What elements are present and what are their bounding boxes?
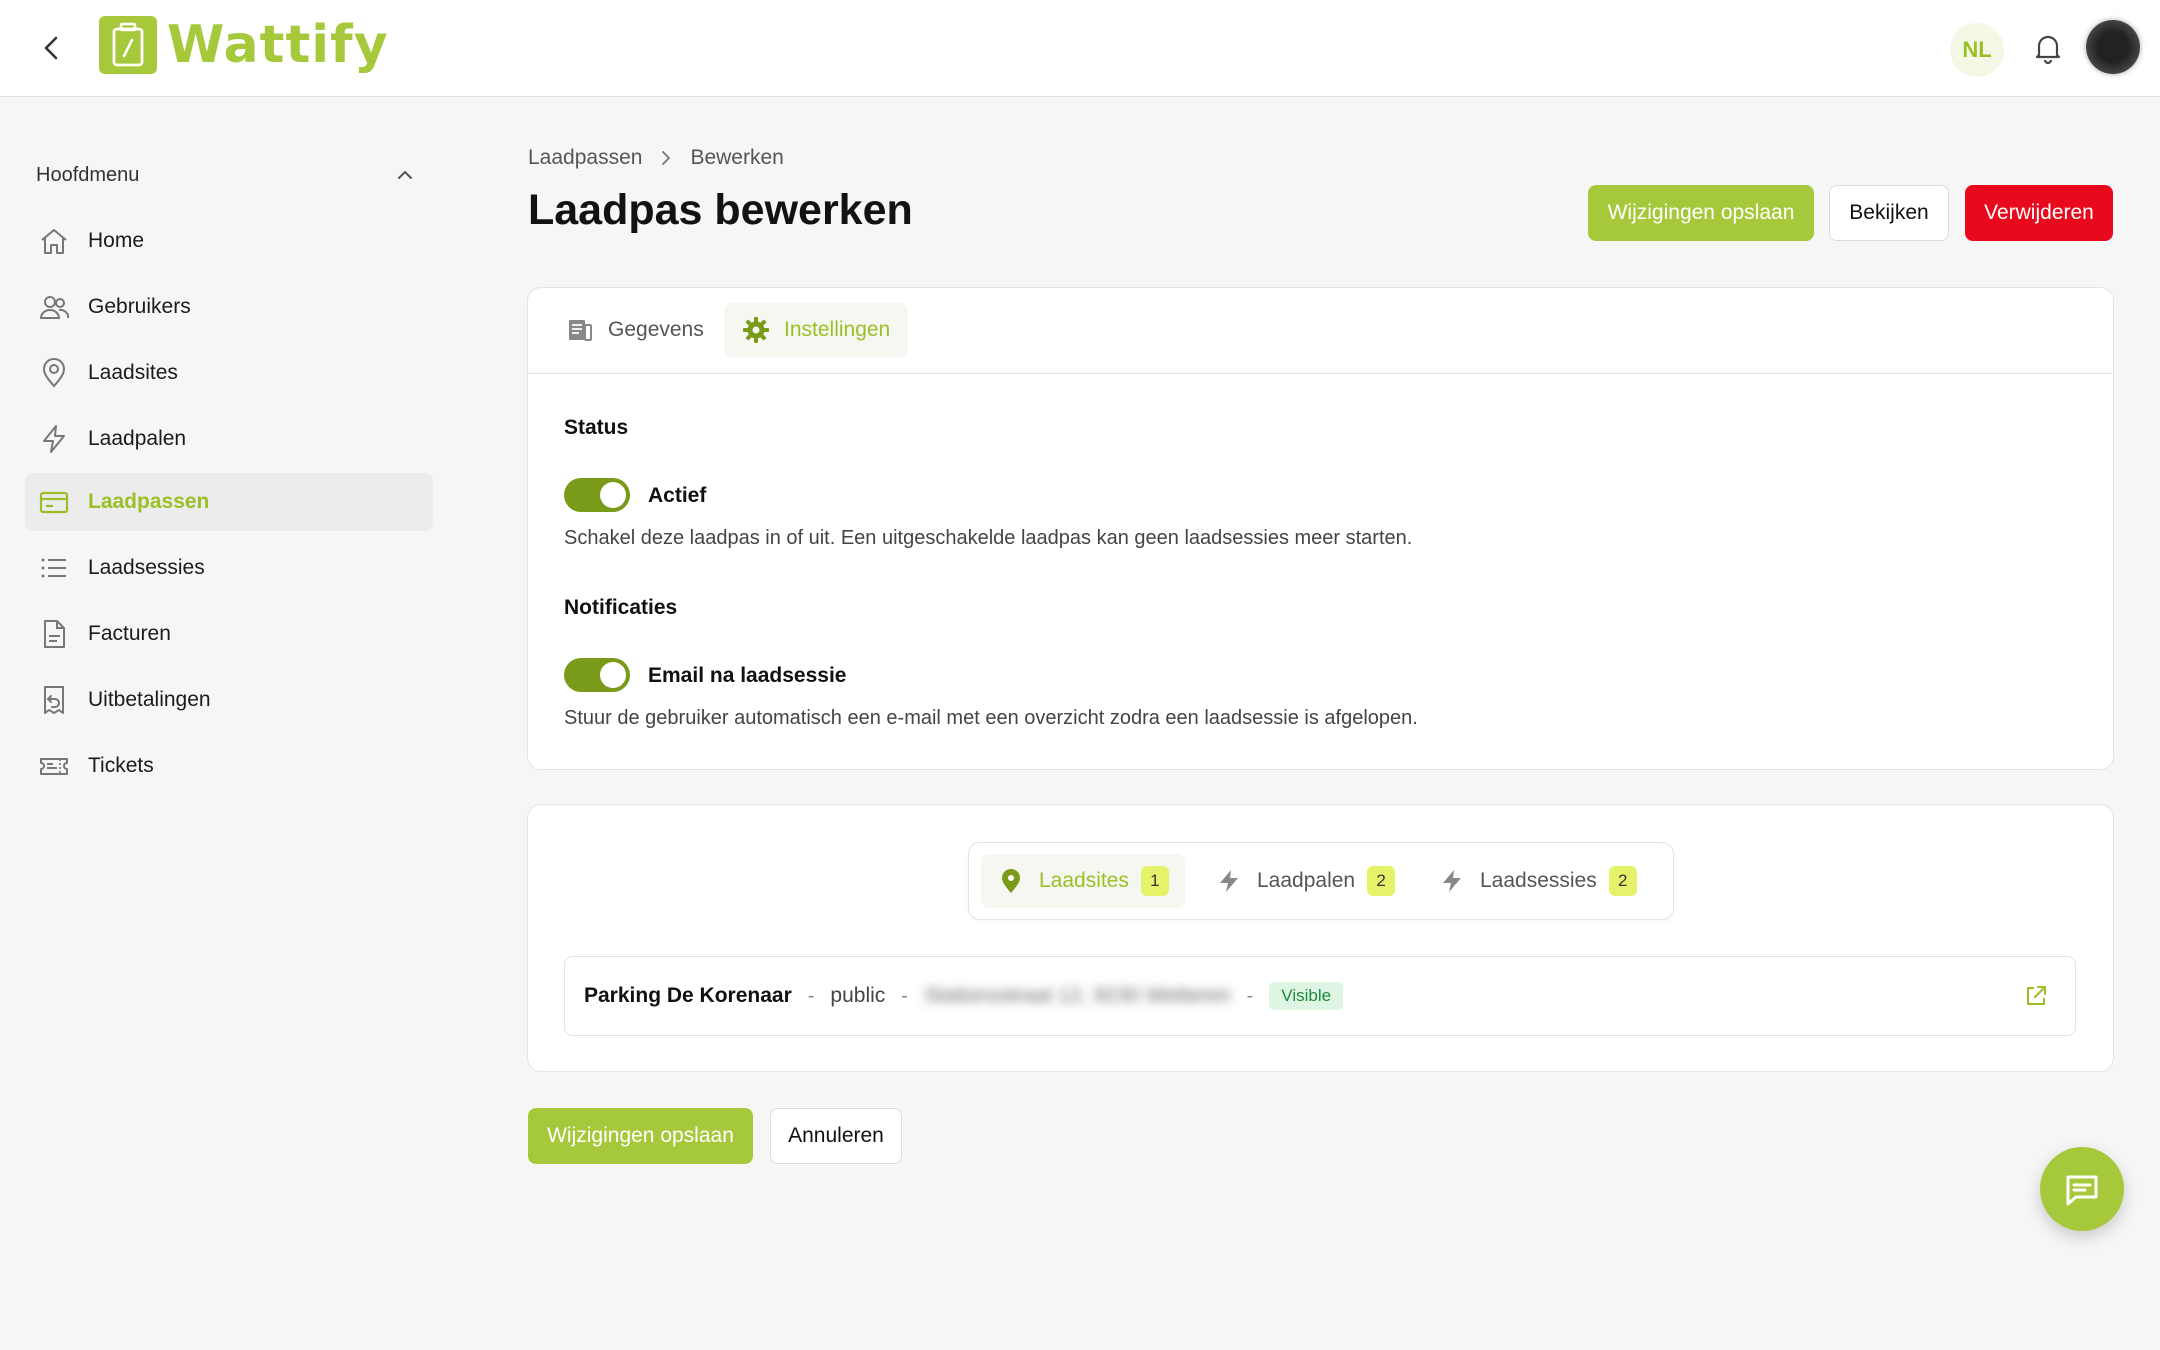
sidebar-item-facturen[interactable]: Facturen [25,605,433,663]
count-badge: 2 [1367,866,1396,896]
main-menu-header[interactable]: Hoofdmenu [36,160,416,190]
sidebar-item-laadsites[interactable]: Laadsites [25,344,433,402]
related-items-card: Laadsites 1 Laadpalen 2 Laadsessies 2 Pa… [527,804,2114,1072]
sidebar-item-label: Laadpalen [88,427,187,450]
tab-label: Laadpalen [1257,869,1356,892]
tab-bar: Gegevens Instellingen [528,288,2113,374]
breadcrumb-parent-link[interactable]: Laadpassen [528,146,642,170]
sidebar-item-label: Laadpassen [88,490,210,513]
gear-icon [742,316,770,344]
sidebar-item-label: Facturen [88,622,171,645]
page-title: Laadpas bewerken [528,186,913,234]
sidebar-item-label: Laadsessies [88,556,205,579]
sidebar-item-uitbetalingen[interactable]: Uitbetalingen [25,671,433,729]
separator: - [901,984,908,1007]
sidebar: Hoofdmenu Home Gebruikers Laadsites Laad… [0,98,460,1350]
tab-related-laadpalen[interactable]: Laadpalen 2 [1199,854,1411,908]
ticket-icon [37,749,71,783]
site-type: public [830,984,886,1007]
active-toggle-label: Actief [648,484,707,507]
receipt-icon [37,683,71,717]
save-changes-button[interactable]: Wijzigingen opslaan [1588,185,1814,241]
notifications-section-title: Notificaties [564,596,678,619]
card-icon [37,485,71,519]
notifications-help-text: Stuur de gebruiker automatisch een e-mai… [564,707,1418,729]
sidebar-item-laadpalen[interactable]: Laadpalen [25,410,433,468]
notifications-button[interactable] [2030,30,2066,66]
newspaper-icon [566,316,594,344]
status-badge: Visible [1269,982,1344,1010]
sidebar-item-users[interactable]: Gebruikers [25,278,433,336]
bolt-icon [1215,867,1243,895]
sidebar-item-label: Home [88,229,145,252]
separator: - [1246,984,1254,1007]
chevron-up-icon [398,171,412,179]
tab-label: Gegevens [608,318,704,341]
map-pin-icon [37,356,71,390]
delete-button[interactable]: Verwijderen [1965,185,2113,241]
bolt-icon [37,422,71,456]
sidebar-item-home[interactable]: Home [25,212,433,270]
app-logo[interactable]: Wattify [99,14,389,76]
status-section-title: Status [564,416,629,439]
home-icon [37,224,71,258]
sidebar-item-laadpassen[interactable]: Laadpassen [25,473,433,531]
tab-related-laadsessies[interactable]: Laadsessies 2 [1422,854,1653,908]
related-tabs: Laadsites 1 Laadpalen 2 Laadsessies 2 [968,842,1674,920]
status-help-text: Schakel deze laadpas in of uit. Een uitg… [564,527,1413,549]
sidebar-item-label: Tickets [88,754,154,777]
main-menu-heading: Hoofdmenu [36,163,140,186]
count-badge: 1 [1140,866,1169,896]
list-icon [37,551,71,585]
settings-card: Gegevens Instellingen Status Actief Scha… [527,287,2114,770]
sidebar-item-laadsessies[interactable]: Laadsessies [25,539,433,597]
chat-icon [2066,1175,2098,1206]
external-link-icon[interactable] [2023,983,2049,1009]
chevron-left-icon [44,36,58,60]
language-switch[interactable]: NL [1950,23,2004,77]
toggle-knob [600,662,626,688]
site-address: Stationsstraat 12, 9230 Wetteren [923,984,1231,1007]
breadcrumb-current: Bewerken [690,146,784,169]
sidebar-item-label: Uitbetalingen [88,688,211,711]
email-after-session-toggle[interactable] [564,658,630,692]
map-pin-icon [997,867,1025,895]
sidebar-item-label: Laadsites [88,361,178,384]
tab-label: Laadsites [1039,869,1129,892]
view-button[interactable]: Bekijken [1829,185,1949,241]
footer-save-button[interactable]: Wijzigingen opslaan [528,1108,753,1164]
list-item[interactable]: Parking De Korenaar - public - Stationss… [564,956,2076,1036]
separator: - [807,984,815,1007]
count-badge: 2 [1608,866,1637,896]
email-after-session-label: Email na laadsessie [648,664,847,687]
chat-button[interactable] [2040,1147,2124,1231]
user-avatar[interactable] [2086,20,2140,74]
tab-label: Laadsessies [1480,869,1597,892]
tab-gegevens[interactable]: Gegevens [548,303,722,357]
active-toggle[interactable] [564,478,630,512]
top-bar: Wattify NL [0,0,2160,97]
site-name: Parking De Korenaar [584,984,792,1007]
bolt-icon [1438,867,1466,895]
bell-icon [2035,35,2061,65]
back-button[interactable] [36,32,68,64]
cancel-button[interactable]: Annuleren [770,1108,902,1164]
breadcrumb: Laadpassen Bewerken [528,146,784,170]
tab-related-laadsites[interactable]: Laadsites 1 [981,854,1185,908]
sidebar-item-tickets[interactable]: Tickets [25,737,433,795]
sidebar-item-label: Gebruikers [88,295,191,318]
tab-label: Instellingen [784,318,891,341]
document-icon [37,617,71,651]
chevron-right-icon [658,150,674,166]
toggle-knob [600,482,626,508]
tab-instellingen[interactable]: Instellingen [724,303,909,357]
battery-logo-icon [99,16,157,74]
users-icon [37,290,71,324]
app-name: Wattify [167,15,389,75]
